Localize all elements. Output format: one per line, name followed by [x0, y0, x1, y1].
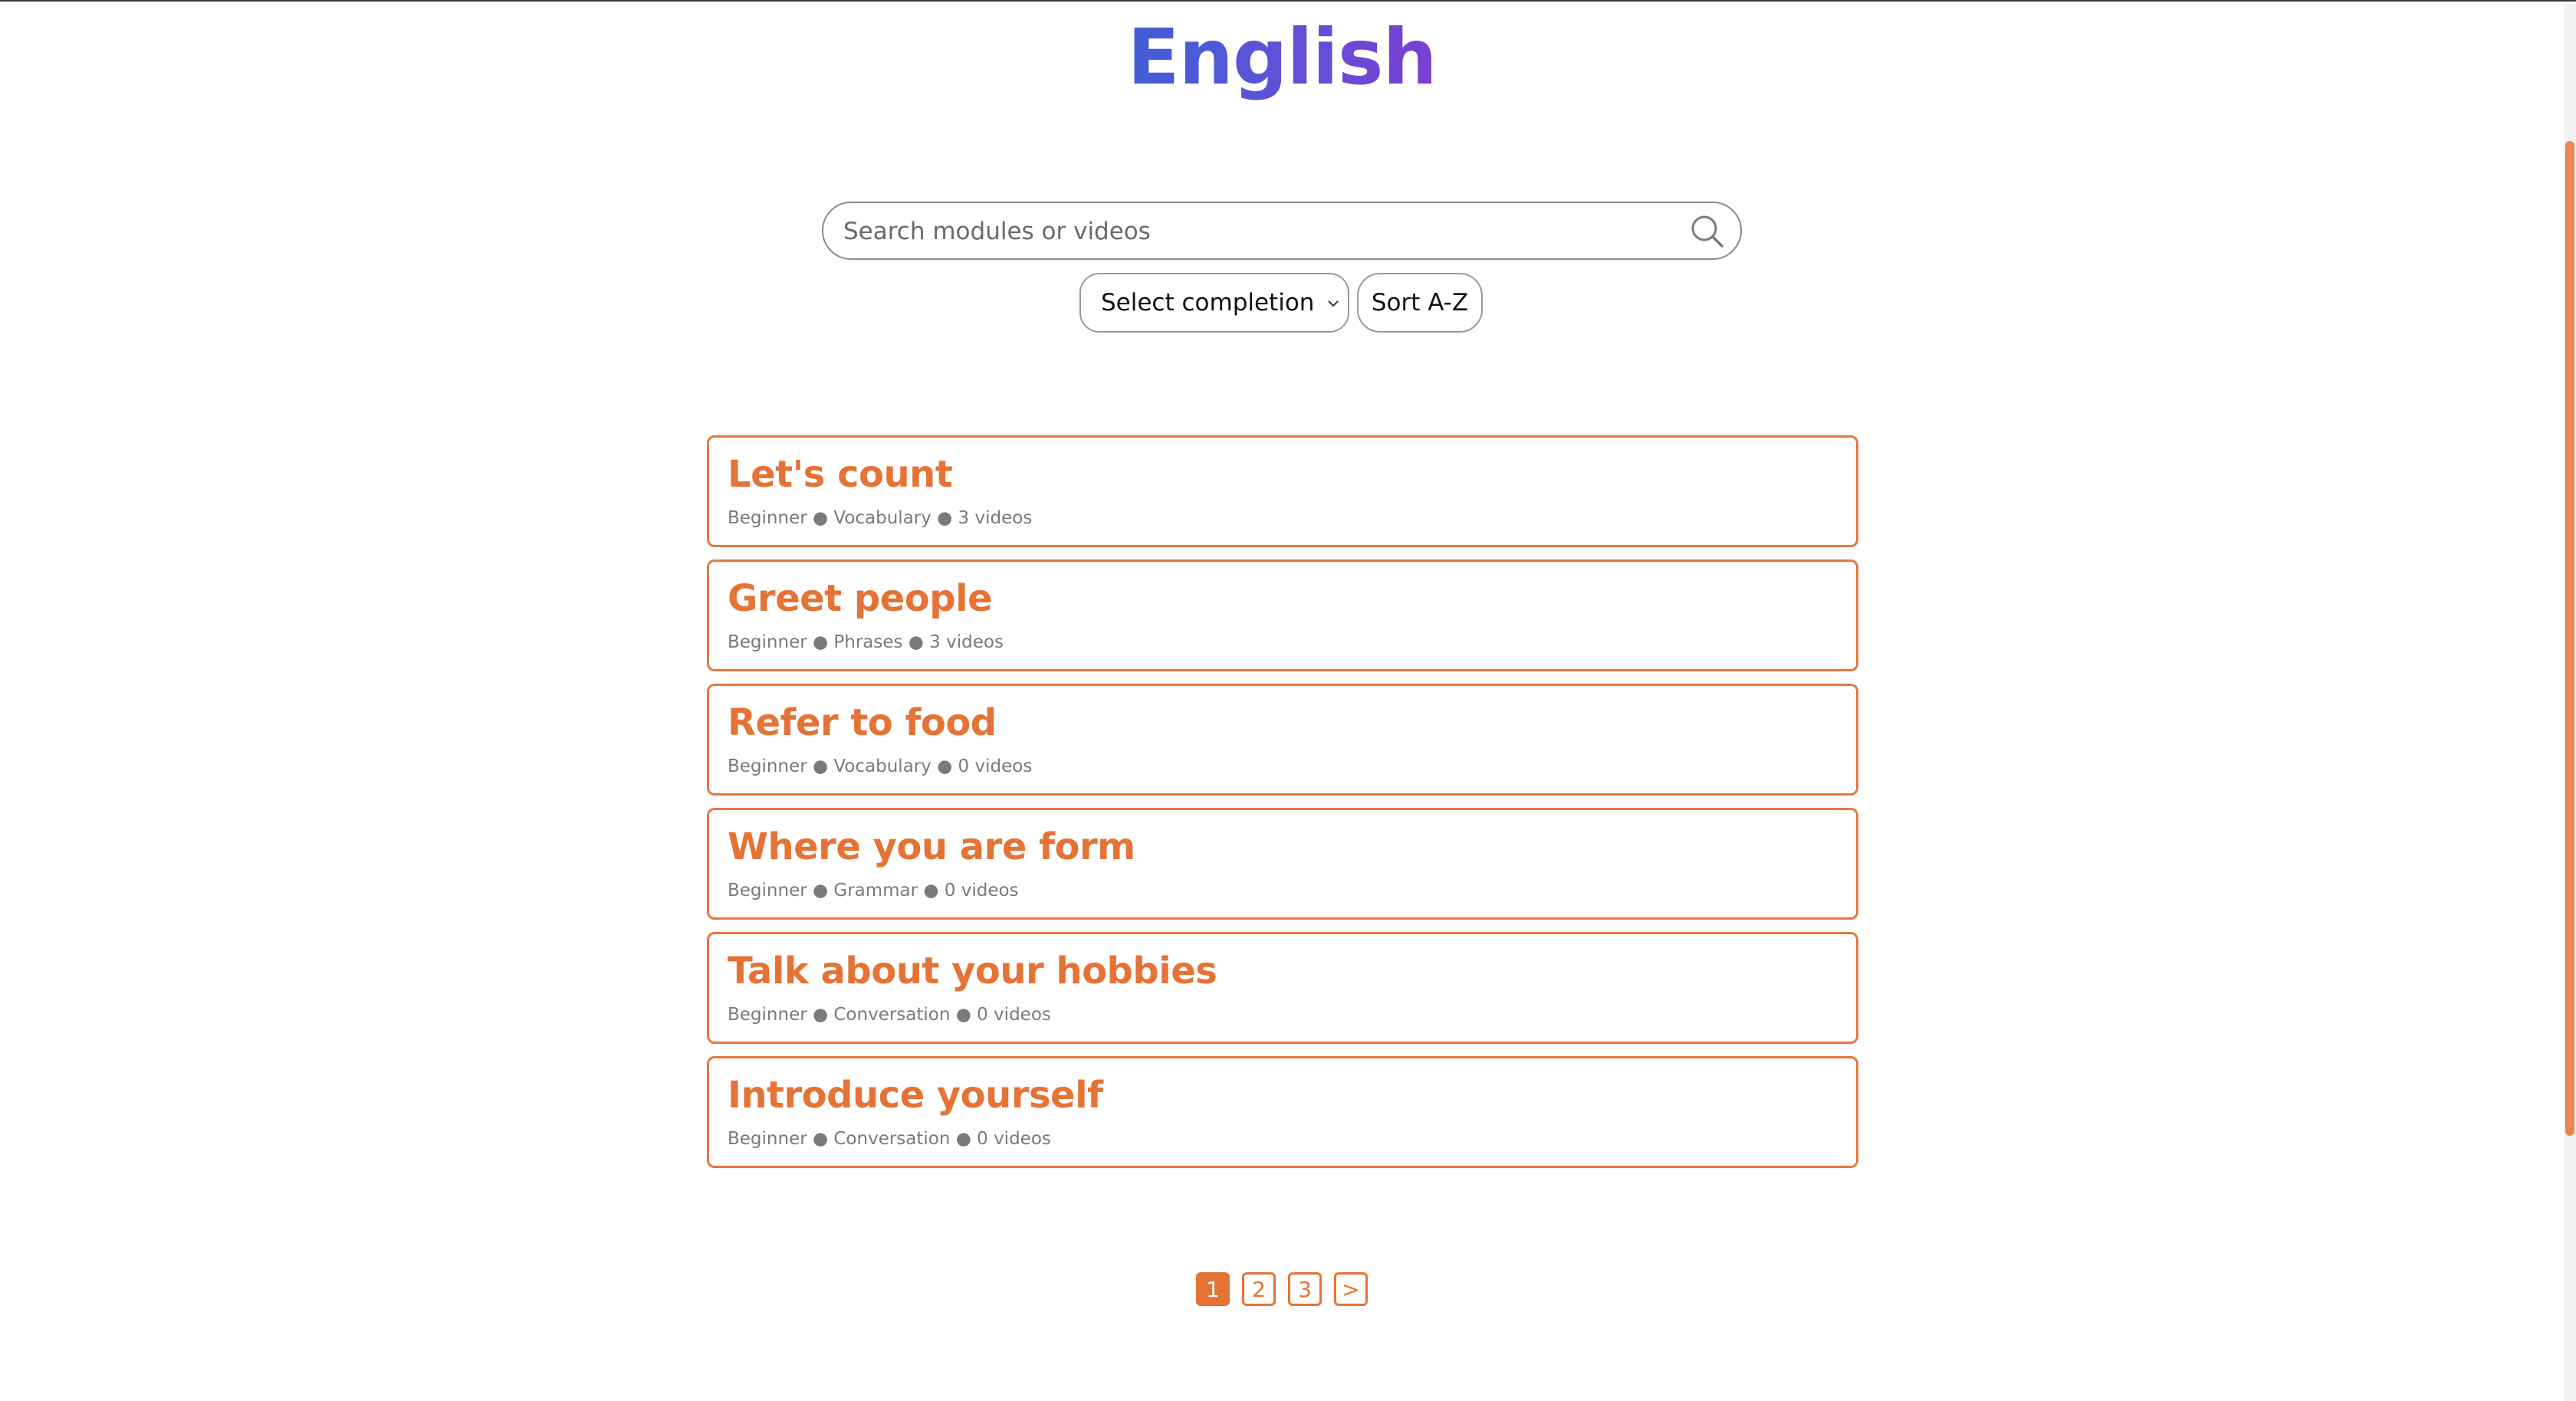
module-title: Introduce yourself	[728, 1074, 1103, 1117]
completion-select[interactable]: Select completion	[1079, 273, 1349, 333]
next-page-button[interactable]: >	[1334, 1272, 1368, 1306]
page-button-1[interactable]: 1	[1196, 1272, 1230, 1306]
module-meta: Beginner ● Phrases ● 3 videos	[728, 632, 1004, 652]
scrollbar[interactable]	[2564, 3, 2576, 1401]
page-button-3[interactable]: 3	[1288, 1272, 1322, 1306]
filter-controls: Select completion Sort A-Z	[1079, 273, 1483, 333]
module-card[interactable]: Greet people Beginner ● Phrases ● 3 vide…	[707, 559, 1858, 671]
chevron-down-icon	[1328, 300, 1339, 307]
module-title: Greet people	[728, 577, 993, 620]
module-title: Refer to food	[728, 701, 997, 744]
page-title: English	[0, 8, 2564, 107]
module-card[interactable]: Refer to food Beginner ● Vocabulary ● 0 …	[707, 684, 1858, 796]
module-meta: Beginner ● Vocabulary ● 3 videos	[728, 508, 1033, 528]
page: English Select completion Sort A-Z Let's…	[0, 0, 2576, 1401]
module-card[interactable]: Where you are form Beginner ● Grammar ● …	[707, 808, 1858, 920]
completion-select-value: Select completion	[1101, 289, 1315, 317]
module-card[interactable]: Introduce yourself Beginner ● Conversati…	[707, 1056, 1858, 1168]
module-card[interactable]: Talk about your hobbies Beginner ● Conve…	[707, 932, 1858, 1044]
module-meta: Beginner ● Vocabulary ● 0 videos	[728, 756, 1033, 776]
module-title: Talk about your hobbies	[728, 950, 1217, 993]
search-icon[interactable]	[1690, 214, 1725, 249]
module-title: Where you are form	[728, 825, 1135, 868]
module-meta: Beginner ● Conversation ● 0 videos	[728, 1005, 1051, 1025]
search-bar[interactable]	[822, 202, 1742, 260]
sort-button-label: Sort A-Z	[1371, 289, 1469, 317]
scrollbar-thumb[interactable]	[2565, 141, 2574, 1136]
module-meta: Beginner ● Conversation ● 0 videos	[728, 1129, 1051, 1149]
module-title: Let's count	[728, 453, 953, 496]
pagination: 1 2 3 >	[1196, 1272, 1368, 1306]
page-title-text: English	[1127, 12, 1437, 102]
sort-button[interactable]: Sort A-Z	[1357, 273, 1483, 333]
module-list: Let's count Beginner ● Vocabulary ● 3 vi…	[707, 435, 1858, 1180]
module-meta: Beginner ● Grammar ● 0 videos	[728, 881, 1019, 901]
search-input[interactable]	[842, 203, 1673, 260]
module-card[interactable]: Let's count Beginner ● Vocabulary ● 3 vi…	[707, 435, 1858, 547]
page-button-2[interactable]: 2	[1242, 1272, 1276, 1306]
